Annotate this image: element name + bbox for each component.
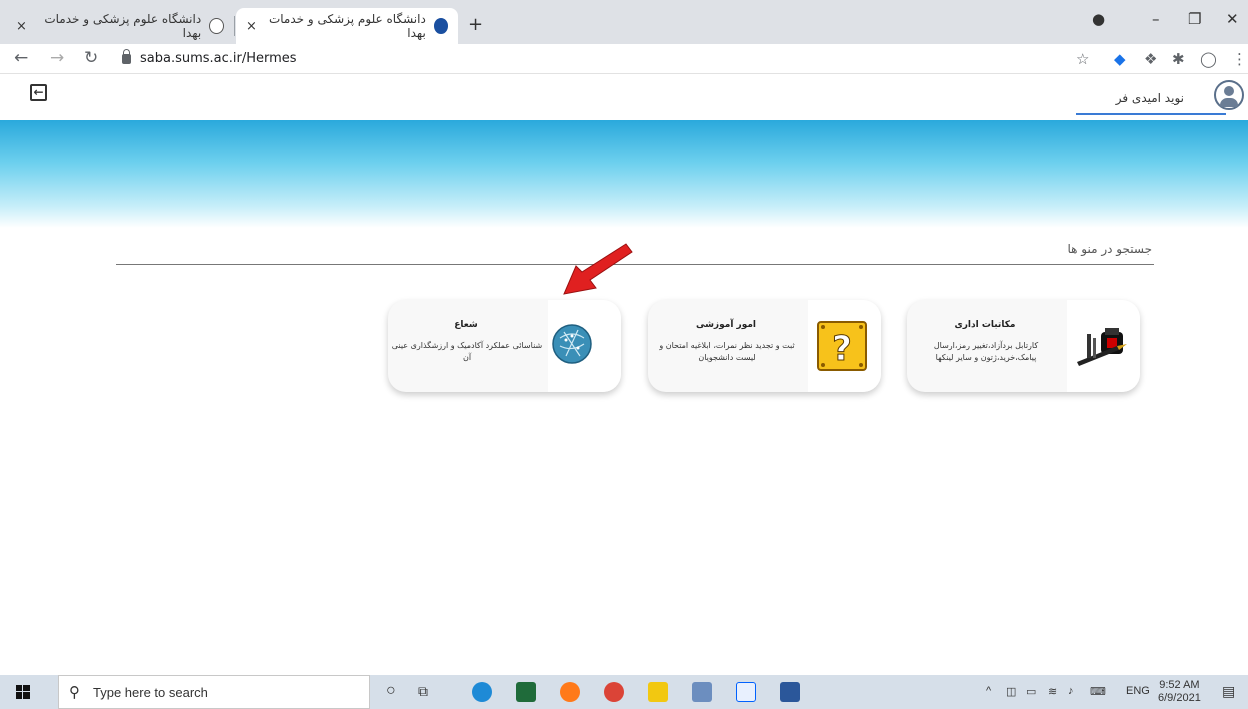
card-description: کارتابل بردآزاد،تغییر رمز،ارسال پیامک،خر…: [933, 341, 1039, 362]
reload-icon[interactable]: ↻: [84, 48, 98, 68]
battery-icon[interactable]: ▭: [1026, 685, 1036, 698]
card-title: امور آموزشی: [695, 320, 757, 330]
tab-favicon-icon: [433, 18, 448, 34]
cortana-icon[interactable]: ○: [386, 682, 396, 700]
logout-icon[interactable]: ←: [30, 84, 47, 101]
tray-chevron-icon[interactable]: ^: [986, 685, 991, 697]
browser-tab-2[interactable]: دانشگاه علوم پزشکی و خدمات بهدا ×: [236, 8, 458, 44]
profile-dot-icon[interactable]: ●: [1092, 10, 1105, 28]
tab-close-icon[interactable]: ×: [246, 19, 257, 34]
volume-icon[interactable]: ♪: [1068, 685, 1074, 697]
user-avatar-icon[interactable]: [1214, 80, 1244, 110]
dropbox-extension-icon[interactable]: ❖: [1144, 50, 1157, 68]
card-shoa[interactable]: شعاع شناسائی عملکرد آکادمیک و ارزشگذاری …: [388, 300, 621, 392]
windows-start-icon[interactable]: [16, 685, 30, 699]
taskbar-clock[interactable]: 9:52 AM 6/9/2021: [1158, 679, 1201, 705]
tab-title: دانشگاه علوم پزشکی و خدمات بهدا: [44, 12, 202, 40]
edge-icon[interactable]: [472, 682, 492, 702]
browser-menu-icon[interactable]: ⋮: [1232, 50, 1247, 68]
minimize-icon[interactable]: –: [1152, 10, 1160, 28]
user-name: نوید امیدی فر: [1115, 91, 1184, 105]
graduation-cap-icon[interactable]: ◆: [1114, 50, 1126, 68]
header-banner: [0, 120, 1248, 228]
lock-icon: [122, 49, 131, 64]
search-underline: [116, 264, 1154, 265]
forward-arrow-icon[interactable]: →: [50, 48, 64, 68]
user-menu[interactable]: نوید امیدی فر: [1076, 81, 1226, 115]
task-view-icon[interactable]: ⧉: [418, 683, 428, 700]
tray-app-icon[interactable]: ◫: [1006, 685, 1016, 698]
new-tab-button[interactable]: +: [468, 14, 483, 35]
card-image: [548, 300, 621, 392]
keyboard-icon[interactable]: ⌨: [1090, 685, 1106, 698]
menu-search-input[interactable]: جستجو در منو ها: [1067, 242, 1152, 256]
question-block-icon: ?: [817, 321, 867, 371]
taskbar-search-placeholder: Type here to search: [93, 685, 208, 700]
tab-title: دانشگاه علوم پزشکی و خدمات بهدا: [268, 12, 426, 40]
svg-text:?: ?: [832, 329, 852, 369]
card-educational-affairs[interactable]: ? امور آموزشی ثبت و تجدید نظر نمرات، ابل…: [648, 300, 881, 392]
clock-date: 6/9/2021: [1158, 692, 1201, 704]
app-header: ← نوید امیدی فر: [0, 75, 1248, 120]
address-bar-row: ← → ↻ saba.sums.ac.ir/Hermes ☆ ◆ ❖ ✱ ◯ ⋮: [0, 44, 1248, 74]
red-arrow-icon: [563, 243, 633, 295]
card-description: ثبت و تجدید نظر نمرات، ابلاغیه امتحان و …: [659, 341, 795, 362]
language-indicator[interactable]: ENG: [1126, 685, 1150, 697]
app-network-icon[interactable]: [692, 682, 712, 702]
tab-favicon-icon: [209, 18, 224, 34]
card-image: ?: [808, 300, 881, 392]
search-icon: ⚲: [69, 683, 80, 701]
chrome-icon[interactable]: [604, 682, 624, 702]
taskbar-search-box[interactable]: ⚲ Type here to search: [58, 675, 370, 709]
card-image: [1067, 300, 1140, 392]
windows-taskbar: ⚲ Type here to search ○ ⧉ ^ ◫ ▭ ≋ ♪ ⌨ EN…: [0, 675, 1248, 709]
tab-close-icon[interactable]: ×: [16, 19, 27, 34]
clock-time: 9:52 AM: [1159, 679, 1200, 691]
file-explorer-icon[interactable]: [648, 682, 668, 702]
word-icon[interactable]: [780, 682, 800, 702]
pen-inkwell-icon: [1077, 328, 1127, 366]
back-arrow-icon[interactable]: ←: [14, 48, 28, 68]
profile-avatar-icon[interactable]: ◯: [1200, 50, 1217, 68]
tab-separator: [234, 16, 235, 36]
browser-tab-1[interactable]: دانشگاه علوم پزشکی و خدمات بهدا ×: [6, 8, 234, 44]
notification-center-icon[interactable]: ▤: [1222, 683, 1235, 700]
dropbox-icon[interactable]: [736, 682, 756, 702]
card-title: شعاع: [454, 320, 478, 330]
app-green-icon[interactable]: [516, 682, 536, 702]
bookmark-star-icon[interactable]: ☆: [1076, 50, 1089, 68]
extensions-puzzle-icon[interactable]: ✱: [1172, 50, 1185, 68]
firefox-icon[interactable]: [560, 682, 580, 702]
card-description: شناسائی عملکرد آکادمیک و ارزشگذاری عینی …: [391, 341, 543, 362]
shoa-logo-icon: [552, 324, 592, 364]
browser-tab-bar: دانشگاه علوم پزشکی و خدمات بهدا × دانشگا…: [0, 0, 1248, 44]
card-title: مکاتبات اداری: [954, 320, 1016, 330]
url-field[interactable]: saba.sums.ac.ir/Hermes: [140, 51, 297, 66]
card-office-correspondence[interactable]: مکاتبات اداری کارتابل بردآزاد،تغییر رمز،…: [907, 300, 1140, 392]
restore-icon[interactable]: ❐: [1188, 10, 1201, 28]
wifi-icon[interactable]: ≋: [1048, 685, 1057, 698]
window-close-icon[interactable]: ✕: [1226, 10, 1239, 28]
